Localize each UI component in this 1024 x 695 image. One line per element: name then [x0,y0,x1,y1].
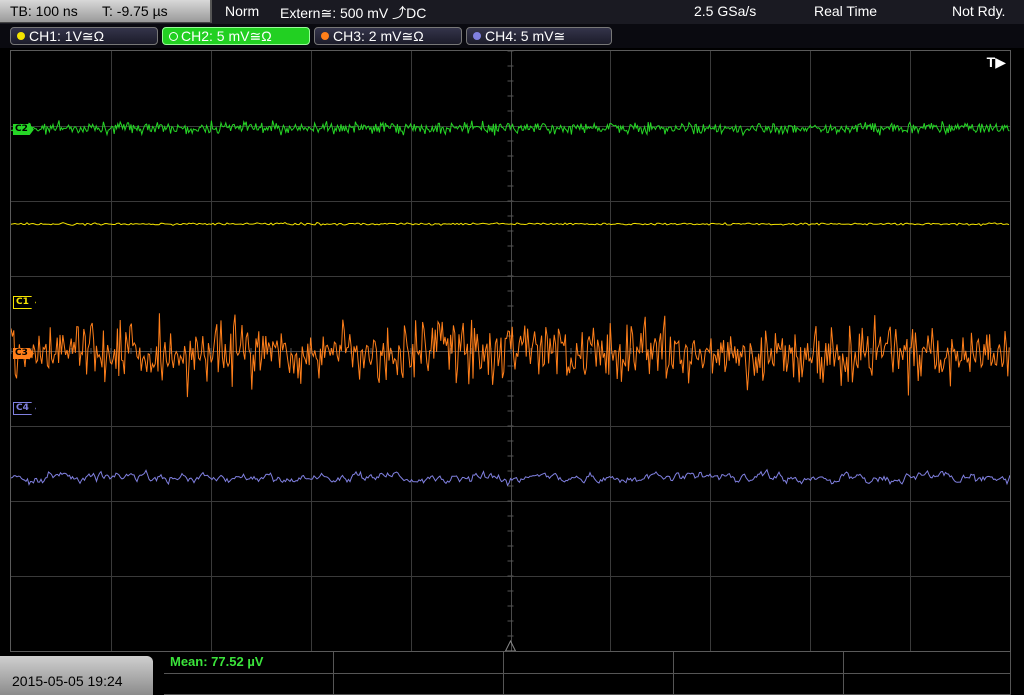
measurement-cell [674,674,844,695]
timestamp-box: 2015-05-05 19:24 [0,656,153,695]
timebase-box[interactable]: TB: 100 ns T: -9.75 µs [0,0,212,23]
measurement-cell [164,674,334,695]
trigger-time-label: T: -9.75 µs [102,3,168,19]
waveform-display[interactable]: T▶ C2 C1 C3 C4 [10,50,1011,652]
trigger-time-marker [504,639,517,651]
channel-label: CH3: 2 mV≅Ω [333,28,424,44]
ch2-offset-marker[interactable]: C2 [13,124,34,135]
measurement-cell [674,652,844,674]
timebase-label: TB: 100 ns [10,3,78,19]
trigger-source-label[interactable]: Extern≅: 500 mV ⤴DC [280,3,426,23]
measurement-cell [504,674,674,695]
sample-rate-label[interactable]: 2.5 GSa/s [694,3,756,19]
channel-color-icon [17,32,25,40]
channel-label: CH2: 5 mV≅Ω [181,28,272,44]
trigger-mode-label[interactable]: Norm [225,3,259,19]
measurement-cell [334,674,504,695]
waveform-canvas [11,51,1010,651]
status-bar: TB: 100 ns T: -9.75 µs Norm Extern≅: 500… [0,0,1024,24]
channel-color-icon [169,32,178,41]
channel-color-icon [473,32,481,40]
measurement-cell [844,652,1011,674]
ch3-offset-marker[interactable]: C3 [13,348,34,359]
measurement-cell [844,674,1011,695]
trigger-position-indicator: T▶ [986,54,1006,70]
measurement-cell [504,652,674,674]
ch2-trace [11,119,1010,137]
channel-tab-ch3[interactable]: CH3: 2 mV≅Ω [314,27,462,45]
acquisition-state-label: Not Rdy. [952,3,1006,19]
channel-color-icon [321,32,329,40]
measurement-cell [334,652,504,674]
channel-tab-ch4[interactable]: CH4: 5 mV≅ [466,27,612,45]
mean-measurement: Mean: 77.52 µV [170,654,264,669]
channel-tab-ch1[interactable]: CH1: 1V≅Ω [10,27,158,45]
channel-label: CH1: 1V≅Ω [29,28,105,44]
timestamp-label: 2015-05-05 19:24 [12,673,123,689]
ch4-trace [11,468,1010,487]
channel-tab-ch2[interactable]: CH2: 5 mV≅Ω [162,27,310,45]
ch3-trace [11,313,1010,398]
ch1-trace [11,221,1010,227]
ch4-offset-marker[interactable]: C4 [13,402,36,415]
measurement-panel[interactable]: Mean: 77.52 µV [164,652,1011,695]
ch1-offset-marker[interactable]: C1 [13,296,36,309]
channel-bar: CH1: 1V≅Ω CH2: 5 mV≅Ω CH3: 2 mV≅Ω CH4: 5… [0,24,1024,48]
channel-label: CH4: 5 mV≅ [485,28,566,44]
acquisition-mode-label[interactable]: Real Time [814,3,877,19]
